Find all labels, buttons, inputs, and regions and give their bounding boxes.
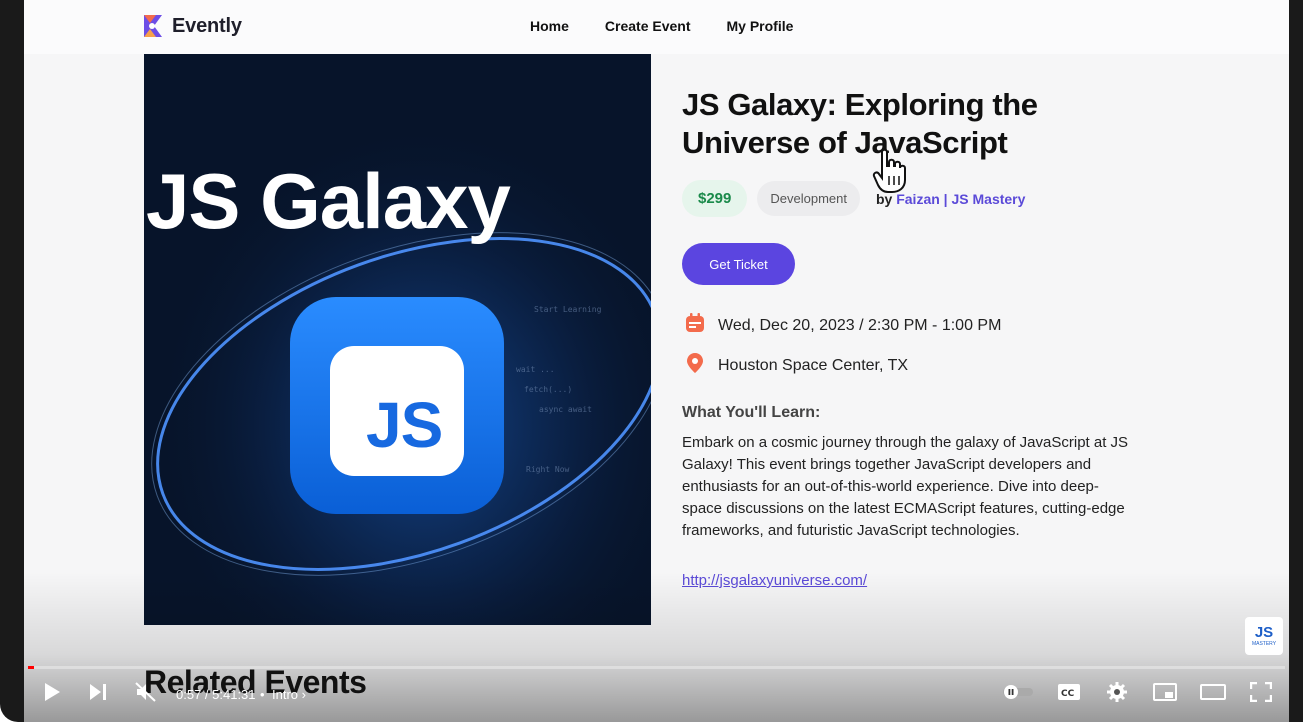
play-icon	[43, 682, 61, 707]
hero-title-text: JS Galaxy	[146, 157, 511, 245]
settings-button[interactable]	[1101, 678, 1133, 710]
fullscreen-button[interactable]	[1245, 678, 1277, 710]
chapter-title[interactable]: Intro ›	[272, 687, 306, 702]
event-date-text: Wed, Dec 20, 2023 / 2:30 PM - 1:00 PM	[718, 316, 1002, 334]
js-mastery-watermark[interactable]: JS MASTERY	[1245, 617, 1283, 655]
evently-logo-icon	[142, 13, 166, 39]
event-meta: $299 Development by Faizan | JS Mastery	[682, 180, 1025, 217]
logo[interactable]: Evently	[142, 13, 242, 39]
miniplayer-button[interactable]	[1149, 678, 1181, 710]
organizer-name: Faizan | JS Mastery	[896, 190, 1026, 207]
nav-my-profile[interactable]: My Profile	[727, 18, 794, 34]
watermark-sub-text: MASTERY	[1251, 641, 1277, 647]
svg-text:Start Learning: Start Learning	[534, 305, 602, 314]
time-separator: •	[260, 687, 265, 702]
get-ticket-button[interactable]: Get Ticket	[682, 243, 795, 285]
event-image: Start Learning wait ... fetch(...) async…	[144, 54, 651, 625]
svg-text:async await: async await	[539, 405, 592, 414]
svg-text:CC: CC	[1061, 689, 1075, 699]
svg-text:wait ...: wait ...	[516, 365, 555, 374]
section-heading: What You'll Learn:	[682, 404, 821, 421]
gear-icon	[1106, 681, 1128, 708]
skip-next-icon	[88, 683, 108, 706]
svg-text:fetch(...): fetch(...)	[524, 385, 572, 394]
svg-text:Right Now: Right Now	[526, 465, 570, 474]
captions-icon: CC	[1057, 683, 1081, 706]
video-progress-bar[interactable]	[28, 666, 1285, 669]
event-location-text: Houston Space Center, TX	[718, 356, 909, 374]
js-badge: JS	[366, 389, 443, 461]
video-progress-fill	[28, 666, 34, 669]
autoplay-icon	[1001, 684, 1035, 705]
miniplayer-icon	[1153, 682, 1177, 706]
play-button[interactable]	[36, 678, 68, 710]
watermark-logo-text: JS	[1254, 624, 1274, 641]
captions-button[interactable]: CC	[1053, 678, 1085, 710]
event-date-row: Wed, Dec 20, 2023 / 2:30 PM - 1:00 PM	[684, 312, 1001, 339]
mute-button[interactable]	[130, 678, 162, 710]
next-video-button[interactable]	[82, 678, 114, 710]
volume-muted-icon	[135, 681, 157, 707]
theater-mode-icon	[1200, 683, 1226, 705]
category-badge: Development	[757, 181, 860, 216]
video-frame-right	[1289, 0, 1303, 722]
nav-home[interactable]: Home	[530, 18, 569, 34]
site-header: Evently Home Create Event My Profile	[24, 0, 1289, 54]
event-details-page: Evently Home Create Event My Profile Sta…	[24, 0, 1289, 722]
main-nav: Home Create Event My Profile	[530, 18, 793, 34]
calendar-icon	[684, 312, 706, 339]
event-url-link[interactable]: http://jsgalaxyuniverse.com/	[682, 572, 867, 589]
event-location-row: Houston Space Center, TX	[684, 352, 908, 379]
video-time: 0:57 / 5:41:31	[176, 687, 256, 702]
player-controls: 0:57 / 5:41:31 • Intro › CC	[24, 670, 1289, 718]
fullscreen-icon	[1249, 681, 1273, 707]
hand-cursor-icon	[872, 148, 908, 199]
video-frame-left	[0, 0, 24, 722]
nav-create-event[interactable]: Create Event	[605, 18, 691, 34]
theater-mode-button[interactable]	[1197, 678, 1229, 710]
chevron-right-icon: ›	[301, 687, 306, 702]
app-name: Evently	[172, 14, 242, 37]
price-badge: $299	[682, 180, 748, 217]
event-description: Embark on a cosmic journey through the g…	[682, 434, 1129, 539]
chapter-label: Intro	[272, 687, 299, 702]
location-pin-icon	[684, 352, 706, 379]
autoplay-toggle[interactable]	[1000, 678, 1036, 710]
